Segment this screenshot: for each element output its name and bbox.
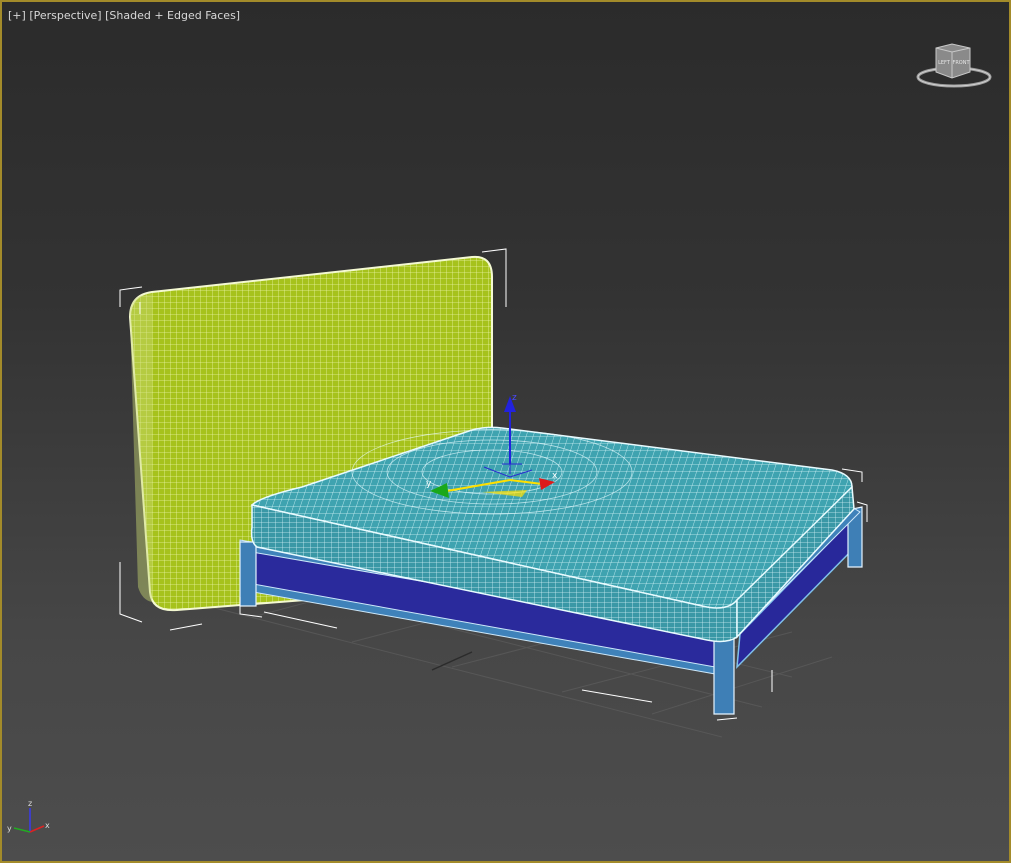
perspective-viewport[interactable]: [+] [Perspective] [Shaded + Edged Faces] — [0, 0, 1011, 863]
gizmo-x-label: x — [552, 471, 558, 481]
viewcube-left-label: LEFT — [938, 60, 951, 66]
tripod-y-label: y — [7, 824, 12, 833]
gizmo-z-label: z — [512, 393, 517, 403]
tripod-x-label: x — [45, 821, 50, 830]
gizmo-y-label: y — [426, 479, 432, 489]
world-axis-tripod-icon: z x y — [7, 799, 50, 833]
scene-canvas[interactable]: z x y — [2, 2, 1009, 861]
viewcube-icon[interactable]: LEFT FRONT — [914, 38, 996, 96]
tripod-z-label: z — [28, 799, 32, 808]
viewcube-front-label: FRONT — [952, 60, 970, 66]
